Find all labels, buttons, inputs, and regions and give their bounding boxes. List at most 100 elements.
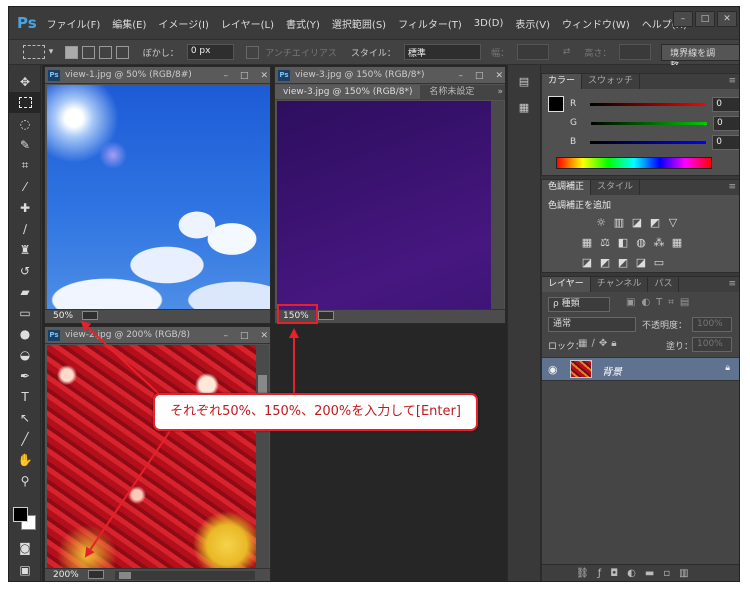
status-menu-icon[interactable] [87,570,104,579]
style-select[interactable]: 標準 [403,44,482,60]
h-scroll-thumb[interactable] [119,572,131,579]
menu-3d[interactable]: 3D(D) [474,18,504,29]
document-title-bar[interactable]: Ps view-1.jpg @ 50% (RGB/8#) – □ ✕ [45,67,270,84]
g-value-input[interactable]: 0 [712,115,739,131]
hue-sat-icon[interactable]: ▦ [580,236,594,249]
refine-edge-button[interactable]: 境界線を調整... [661,43,739,72]
fill-input[interactable]: 100% [692,337,732,352]
doc-minimize-icon[interactable]: – [458,68,463,84]
status-menu-icon[interactable] [81,311,98,320]
restore-button[interactable]: □ [695,11,715,27]
gradient-map-icon[interactable]: ▭ [652,256,666,269]
selective-color-icon[interactable]: ◪ [634,256,648,269]
menu-view[interactable]: 表示(V) [515,16,550,31]
screen-mode-icon[interactable]: ▣ [9,559,41,580]
foreground-color-swatch[interactable] [13,507,28,522]
history-brush-tool-icon[interactable]: ↺ [9,260,41,281]
zoom-level-field[interactable]: 50% [53,311,73,321]
type-tool-icon[interactable]: T [9,386,41,407]
tab-view3[interactable]: view-3.jpg @ 150% (RGB/8*) [275,85,421,99]
menu-layer[interactable]: レイヤー(L) [221,16,274,31]
mask-icon[interactable]: ◘ [610,568,627,579]
quick-select-tool-icon[interactable]: ✎ [9,134,41,155]
new-layer-icon[interactable]: ▫ [663,568,679,579]
line-tool-icon[interactable]: ╱ [9,428,41,449]
menu-file[interactable]: ファイル(F) [47,16,101,31]
eye-icon[interactable]: ◉ [548,363,558,376]
b-value-input[interactable]: 0 [712,134,739,150]
panel-menu-icon[interactable]: ≡ [728,74,739,89]
color-spectrum-bar[interactable] [556,157,712,169]
curves-icon[interactable]: ◪ [630,216,644,229]
color-swatches[interactable] [13,507,37,531]
group-icon[interactable]: ▬ [645,568,663,579]
zoom-tool-icon[interactable]: ⚲ [9,470,41,491]
close-button[interactable]: ✕ [717,11,737,27]
add-selection-icon[interactable] [82,45,96,59]
opacity-input[interactable]: 100% [692,317,732,332]
menu-window[interactable]: ウィンドウ(W) [562,16,630,31]
stamp-tool-icon[interactable]: ♜ [9,239,41,260]
eraser-tool-icon[interactable]: ▰ [9,281,41,302]
antialias-checkbox[interactable] [246,45,260,59]
adjustment-layer-icon[interactable]: ◐ [627,568,645,579]
hand-tool-icon[interactable]: ✋ [9,449,41,470]
green-slider[interactable] [590,121,707,125]
crop-tool-icon[interactable]: ⌗ [9,155,41,176]
invert-icon[interactable]: ◪ [580,256,594,269]
doc-close-icon[interactable]: ✕ [495,68,503,84]
properties-icon[interactable]: ▦ [514,99,534,117]
levels-icon[interactable]: ▥ [612,216,626,229]
doc-restore-icon[interactable]: □ [240,328,249,344]
tab-styles[interactable]: スタイル [591,180,641,195]
horizontal-scrollbar[interactable] [115,571,255,580]
document-window-view1[interactable]: Ps view-1.jpg @ 50% (RGB/8#) – □ ✕ 50% [44,66,271,324]
r-value-input[interactable]: 0 [712,96,739,112]
doc-close-icon[interactable]: ✕ [260,328,268,344]
threshold-icon[interactable]: ◩ [616,256,630,269]
doc-close-icon[interactable]: ✕ [260,68,268,84]
red-slider[interactable] [590,102,707,106]
path-select-tool-icon[interactable]: ↖ [9,407,41,428]
menu-filter[interactable]: フィルター(T) [398,16,462,31]
status-menu-icon[interactable] [317,311,334,320]
fg-color-preview[interactable] [548,96,564,112]
blur-tool-icon[interactable]: ● [9,323,41,344]
doc-minimize-icon[interactable]: – [223,328,228,344]
trash-icon[interactable]: ▥ [679,568,697,579]
document-window-view2[interactable]: Ps view-2.jpg @ 200% (RGB/8) – □ ✕ 200% [44,326,271,581]
blend-mode-select[interactable]: 通常 [548,317,636,332]
color-lookup-icon[interactable]: ▦ [670,236,684,249]
zoom-level-field[interactable]: 200% [53,570,79,580]
vertical-scrollbar[interactable] [256,345,269,570]
document-window-view3[interactable]: Ps view-3.jpg @ 150% (RGB/8*) – □ ✕ view-3… [274,66,506,324]
tab-layers[interactable]: レイヤー [542,277,591,292]
marquee-preset-icon[interactable] [23,45,45,59]
width-input[interactable] [517,44,549,60]
tab-paths[interactable]: パス [648,277,680,292]
exposure-icon[interactable]: ◩ [648,216,662,229]
subtract-selection-icon[interactable] [99,45,112,59]
vertical-scrollbar[interactable] [491,101,504,311]
photo-filter-icon[interactable]: ◍ [634,236,648,249]
swap-icon[interactable]: ⇄ [563,47,571,57]
doc-restore-icon[interactable]: □ [240,68,249,84]
layer-filter-select[interactable]: ρ 種類 [548,297,610,312]
posterize-icon[interactable]: ◩ [598,256,612,269]
lasso-tool-icon[interactable]: ◌ [9,113,41,134]
tab-untitled[interactable]: 名称未設定 [423,85,480,99]
doc-minimize-icon[interactable]: – [223,68,228,84]
panel-menu-icon[interactable]: ≡ [728,180,739,195]
quick-mask-icon[interactable]: ◙ [9,537,41,558]
pen-tool-icon[interactable]: ✒ [9,365,41,386]
feather-input[interactable]: 0 px [186,44,235,60]
menu-type[interactable]: 書式(Y) [286,16,320,31]
document-title-bar[interactable]: Ps view-3.jpg @ 150% (RGB/8*) – □ ✕ [275,67,505,84]
minimize-button[interactable]: – [673,11,693,27]
dodge-tool-icon[interactable]: ◒ [9,344,41,365]
channel-mixer-icon[interactable]: ⁂ [652,236,666,249]
layer-name[interactable]: 背景 [602,363,622,378]
menu-select[interactable]: 選択範囲(S) [332,16,386,31]
panel-menu-icon[interactable]: ≡ [728,277,739,292]
tab-color[interactable]: カラー [542,74,583,89]
